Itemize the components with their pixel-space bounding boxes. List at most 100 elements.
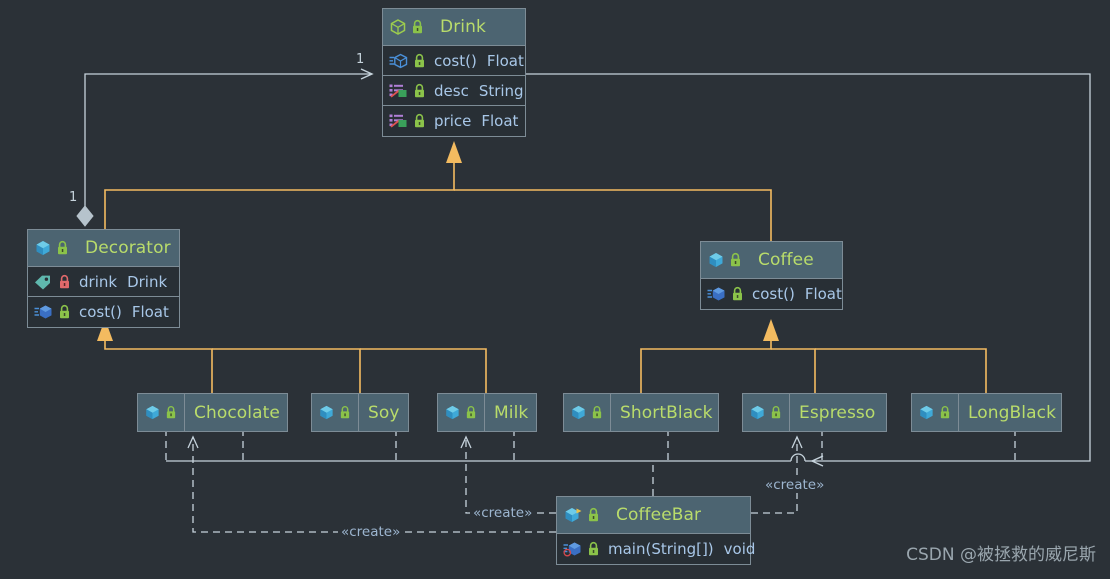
class-header-longblack: LongBlack	[912, 394, 1061, 431]
class-header-icons-drink	[389, 9, 431, 45]
class-name-chocolate: Chocolate	[194, 402, 280, 423]
field-list-icon	[389, 113, 409, 129]
class-box-drink[interactable]: Drink cost() Float desc String price Flo…	[382, 8, 526, 137]
class-cube-icon	[144, 404, 161, 421]
class-header-icons-espresso	[749, 394, 790, 431]
generalization-arrowhead-coffee-bottom	[763, 319, 779, 341]
field-tag-icon	[34, 274, 54, 290]
member-icons	[389, 113, 426, 129]
method-cube-icon	[707, 286, 727, 302]
class-box-coffee[interactable]: Coffee cost() Float	[700, 241, 843, 310]
lock-public-icon	[413, 53, 426, 69]
member-icons	[563, 541, 600, 557]
stereotype-create-chocolate: «create»	[338, 524, 404, 540]
aggregation-decorator-drink	[84, 68, 374, 216]
class-box-soy[interactable]: Soy	[311, 393, 409, 432]
member-row-decorator-drink[interactable]: drink Drink	[28, 267, 179, 297]
member-icons	[389, 53, 426, 69]
member-name: price	[434, 112, 472, 130]
member-row-coffeebar-main[interactable]: main(String[]) void	[557, 534, 755, 564]
class-name-coffeebar: CoffeeBar	[616, 505, 702, 525]
class-cube-icon	[34, 239, 52, 257]
lock-public-icon	[339, 405, 351, 420]
member-name: cost()	[434, 51, 477, 70]
member-type: Float	[131, 303, 169, 321]
lock-public-icon	[165, 405, 177, 420]
lock-public-icon	[587, 507, 600, 523]
member-type: Drink	[127, 272, 168, 291]
class-header-icons-longblack	[918, 394, 959, 431]
class-box-decorator[interactable]: Decorator drink Drink cost() Float	[27, 229, 180, 328]
dependency-coffeebar-milk	[460, 435, 556, 514]
multiplicity-drink-end: 1	[356, 52, 365, 67]
lock-public-icon	[413, 113, 426, 129]
member-name: main(String[])	[608, 540, 714, 558]
member-name: desc	[434, 81, 469, 100]
class-name-milk: Milk	[494, 402, 529, 423]
class-name-drink: Drink	[440, 17, 486, 37]
member-name: cost()	[752, 285, 795, 303]
member-row-decorator-cost[interactable]: cost() Float	[28, 297, 179, 327]
member-type: void	[723, 540, 756, 558]
multiplicity-decorator-end: 1	[69, 190, 78, 205]
member-icons	[34, 274, 71, 290]
class-header-icons-coffee	[707, 242, 749, 278]
class-header-coffeebar: CoffeeBar	[557, 497, 750, 534]
class-header-drink: Drink	[383, 9, 525, 46]
member-name: drink	[79, 272, 118, 291]
lock-public-icon	[413, 83, 426, 99]
member-row-drink-cost[interactable]: cost() Float	[383, 46, 525, 76]
class-header-icons-shortblack	[570, 394, 611, 431]
class-name-decorator: Decorator	[85, 238, 171, 258]
member-row-coffee-cost[interactable]: cost() Float	[701, 279, 842, 309]
class-name-shortblack: ShortBlack	[620, 402, 713, 423]
class-header-icons-milk	[444, 394, 485, 431]
lock-private-icon	[58, 274, 71, 290]
main-method-run-icon	[563, 541, 583, 557]
generalization-coffee-to-drink	[454, 189, 772, 241]
member-icons	[707, 286, 744, 302]
stereotype-create-espresso: «create»	[762, 477, 828, 493]
member-name: cost()	[79, 303, 122, 321]
class-box-coffeebar[interactable]: CoffeeBar main(String[]) void	[556, 496, 755, 565]
lock-public-icon	[587, 541, 600, 557]
generalization-decorator-to-drink	[104, 162, 455, 230]
dependency-stubs	[165, 429, 1016, 461]
member-type: Float	[486, 51, 524, 70]
class-cube-icon	[707, 251, 725, 269]
class-cube-icon	[749, 404, 766, 421]
class-name-longblack: LongBlack	[968, 402, 1057, 423]
class-box-longblack[interactable]: LongBlack	[911, 393, 1062, 432]
class-header-decorator: Decorator	[28, 230, 179, 267]
member-row-drink-desc[interactable]: desc String	[383, 76, 525, 106]
stereotype-create-milk: «create»	[470, 505, 536, 521]
class-header-milk: Milk	[438, 394, 536, 431]
class-cube-icon	[570, 404, 587, 421]
interface-cube-icon	[389, 18, 407, 36]
generalization-decorators	[104, 340, 487, 394]
member-icons	[389, 83, 426, 99]
class-name-coffee: Coffee	[758, 250, 814, 270]
aggregation-diamond	[76, 205, 94, 227]
class-box-espresso[interactable]: Espresso	[742, 393, 887, 432]
lock-public-icon	[56, 240, 69, 256]
class-header-icons-coffeebar	[563, 497, 607, 533]
class-cube-icon	[918, 404, 935, 421]
class-box-milk[interactable]: Milk	[437, 393, 537, 432]
class-cube-icon	[318, 404, 335, 421]
member-type: Float	[481, 112, 519, 130]
runnable-class-cube-icon	[563, 506, 583, 524]
lock-public-icon	[58, 304, 71, 320]
diagram-canvas: 1 1 «create» «create» «create» Drink cos…	[0, 0, 1110, 579]
class-header-icons-soy	[318, 394, 359, 431]
class-header-coffee: Coffee	[701, 242, 842, 279]
class-name-espresso: Espresso	[799, 402, 876, 423]
lock-public-icon	[465, 405, 477, 420]
class-header-chocolate: Chocolate	[138, 394, 287, 431]
method-cube-icon	[389, 53, 409, 69]
class-box-shortblack[interactable]: ShortBlack	[563, 393, 719, 432]
class-box-chocolate[interactable]: Chocolate	[137, 393, 288, 432]
lock-public-icon	[939, 405, 951, 420]
lock-public-icon	[770, 405, 782, 420]
member-row-drink-price[interactable]: price Float	[383, 106, 525, 136]
